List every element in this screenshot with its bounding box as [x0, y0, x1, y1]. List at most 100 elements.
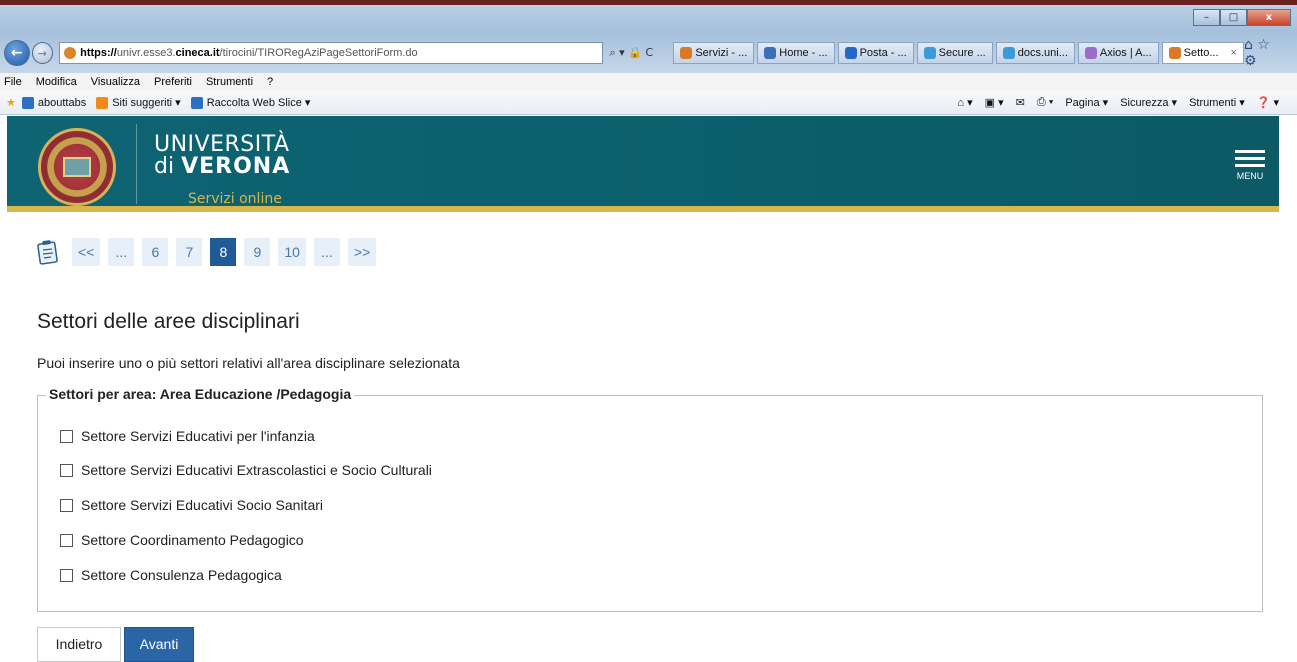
university-name[interactable]: UNIVERSITÀ di VERONA — [154, 134, 290, 178]
tab-favicon-icon — [680, 47, 693, 59]
navigation-row: ← → https:// univr.esse3. cineca.it /tir… — [4, 37, 1294, 69]
tab-favicon-icon — [1002, 47, 1015, 59]
favorites-bar: ★ abouttabs Siti suggeriti ▾ Raccolta We… — [0, 91, 1297, 115]
tab-axios[interactable]: Axios | A... — [1077, 42, 1159, 64]
tab-label: Axios | A... — [1099, 47, 1152, 59]
checkbox[interactable] — [60, 533, 73, 547]
tab-docs[interactable]: docs.uni... — [995, 42, 1075, 64]
menu-file[interactable]: File — [4, 76, 22, 88]
favorite-siti-suggeriti[interactable]: Siti suggeriti ▾ — [96, 96, 181, 109]
tab-settori-active[interactable]: Setto... × — [1161, 42, 1244, 64]
forward-arrow-icon[interactable]: → — [31, 42, 54, 64]
pager-step-7[interactable]: 7 — [176, 238, 203, 266]
favorite-label: Raccolta Web Slice ▾ — [206, 97, 311, 109]
option-label: Settore Servizi Educativi Socio Sanitari — [81, 497, 323, 513]
url-subdomain: univr.esse3. — [116, 47, 176, 59]
tab-home[interactable]: Home - ... — [757, 42, 835, 64]
option-servizi-infanzia[interactable]: Settore Servizi Educativi per l'infanzia — [60, 428, 315, 444]
command-bar: ⌂ ▾ ▣ ▾ ✉ ⎙ ▾ Pagina ▾ Sicurezza ▾ Strum… — [957, 96, 1297, 109]
tab-posta[interactable]: Posta - ... — [837, 42, 914, 64]
pager-step-6[interactable]: 6 — [142, 238, 169, 266]
university-name-line1: UNIVERSITÀ — [154, 132, 290, 157]
menu-help[interactable]: ? — [267, 76, 273, 88]
option-coordinamento-pedagogico[interactable]: Settore Coordinamento Pedagogico — [60, 532, 304, 548]
pager-ellipsis-left[interactable]: ... — [108, 238, 135, 266]
favorite-abouttabs[interactable]: abouttabs — [21, 96, 87, 109]
option-label: Settore Servizi Educativi Extrascolastic… — [81, 462, 432, 478]
home-favorites-settings-icons[interactable]: ⌂ ☆ ⚙ — [1244, 37, 1286, 69]
close-window-button[interactable]: x — [1247, 9, 1291, 26]
next-button[interactable]: Avanti — [124, 627, 194, 662]
ie-page-icon — [21, 96, 34, 109]
tab-servizi[interactable]: Servizi - ... — [673, 42, 755, 64]
tab-label: Home - ... — [779, 47, 828, 59]
address-bar[interactable]: https:// univr.esse3. cineca.it /tirocin… — [59, 42, 604, 64]
tab-strip: Servizi - ... Home - ... Posta - ... Sec… — [670, 42, 1244, 64]
university-seal-logo[interactable] — [38, 128, 116, 206]
site-favicon-icon — [64, 47, 77, 59]
help-dropdown[interactable]: ❓ ▾ — [1257, 96, 1279, 109]
checkbox[interactable] — [60, 568, 73, 582]
option-label: Settore Servizi Educativi per l'infanzia — [81, 428, 315, 444]
tab-label: Secure ... — [938, 47, 986, 59]
window-controls: – □ x — [1193, 9, 1291, 26]
favorite-web-slice[interactable]: Raccolta Web Slice ▾ — [190, 96, 311, 109]
close-tab-icon[interactable]: × — [1231, 43, 1237, 63]
page-title: Settori delle aree disciplinari — [37, 310, 300, 333]
option-servizi-extrascolastici[interactable]: Settore Servizi Educativi Extrascolastic… — [60, 462, 432, 478]
hamburger-menu-button[interactable]: MENU — [1235, 146, 1265, 181]
clipboard-icon — [37, 240, 58, 265]
strumenti-menu[interactable]: Strumenti ▾ — [1189, 96, 1245, 109]
checkbox[interactable] — [60, 429, 73, 443]
pager-step-8-current[interactable]: 8 — [210, 238, 237, 266]
university-name-prefix: di — [154, 154, 182, 179]
favorite-label: abouttabs — [37, 96, 87, 109]
mail-icon[interactable]: ✉ — [1016, 96, 1025, 109]
home-dropdown[interactable]: ⌂ ▾ — [957, 96, 972, 109]
pager-step-10[interactable]: 10 — [278, 238, 306, 266]
menu-modifica[interactable]: Modifica — [36, 76, 77, 88]
back-arrow-icon[interactable]: ← — [4, 40, 30, 66]
menu-visualizza[interactable]: Visualizza — [91, 76, 140, 88]
tab-label: docs.uni... — [1017, 47, 1068, 59]
option-servizi-socio-sanitari[interactable]: Settore Servizi Educativi Socio Sanitari — [60, 497, 323, 513]
suggested-sites-icon — [96, 96, 109, 109]
favorites-star-icon[interactable]: ★ — [6, 96, 16, 109]
menu-bar: File Modifica Visualizza Preferiti Strum… — [0, 73, 1297, 91]
tab-favicon-icon — [764, 47, 777, 59]
option-label: Settore Consulenza Pedagogica — [81, 567, 282, 583]
pager-first[interactable]: << — [72, 238, 101, 266]
sicurezza-menu[interactable]: Sicurezza ▾ — [1120, 96, 1177, 109]
minimize-button[interactable]: – — [1193, 9, 1220, 26]
tab-favicon-icon — [844, 47, 857, 59]
tab-favicon-icon — [923, 47, 936, 59]
feeds-dropdown[interactable]: ▣ ▾ — [985, 96, 1004, 109]
hamburger-icon — [1235, 150, 1265, 167]
header-gold-stripe — [7, 206, 1279, 212]
checkbox[interactable] — [60, 463, 73, 477]
servizi-online-tagline: Servizi online — [188, 191, 282, 207]
fieldset-legend: Settori per area: Area Educazione /Pedag… — [46, 386, 355, 402]
menu-strumenti[interactable]: Strumenti — [206, 76, 253, 88]
page-intro-text: Puoi inserire uno o più settori relativi… — [37, 355, 460, 371]
checkbox[interactable] — [60, 498, 73, 512]
pagina-menu[interactable]: Pagina ▾ — [1065, 96, 1108, 109]
pager-last[interactable]: >> — [347, 238, 377, 266]
ie-page-icon — [190, 96, 203, 109]
back-button[interactable]: Indietro — [37, 627, 121, 662]
pager-step-9[interactable]: 9 — [244, 238, 271, 266]
university-name-city: VERONA — [181, 154, 291, 179]
option-consulenza-pedagogica[interactable]: Settore Consulenza Pedagogica — [60, 567, 282, 583]
url-path: /tirocini/TIRORegAziPageSettoriForm.do — [219, 47, 418, 59]
maximize-button[interactable]: □ — [1220, 9, 1247, 26]
seal-building-icon — [63, 157, 91, 177]
tab-label: Servizi - ... — [695, 47, 748, 59]
tab-favicon-icon — [1084, 47, 1097, 59]
print-dropdown[interactable]: ⎙ ▾ — [1037, 96, 1053, 109]
site-header: UNIVERSITÀ di VERONA Servizi online MENU — [7, 116, 1279, 212]
pager-ellipsis-right[interactable]: ... — [313, 238, 340, 266]
address-tools[interactable]: ⌕ ▾ 🔒 C — [609, 46, 666, 60]
menu-preferiti[interactable]: Preferiti — [154, 76, 192, 88]
menu-label: MENU — [1236, 171, 1264, 181]
tab-secure[interactable]: Secure ... — [916, 42, 993, 64]
